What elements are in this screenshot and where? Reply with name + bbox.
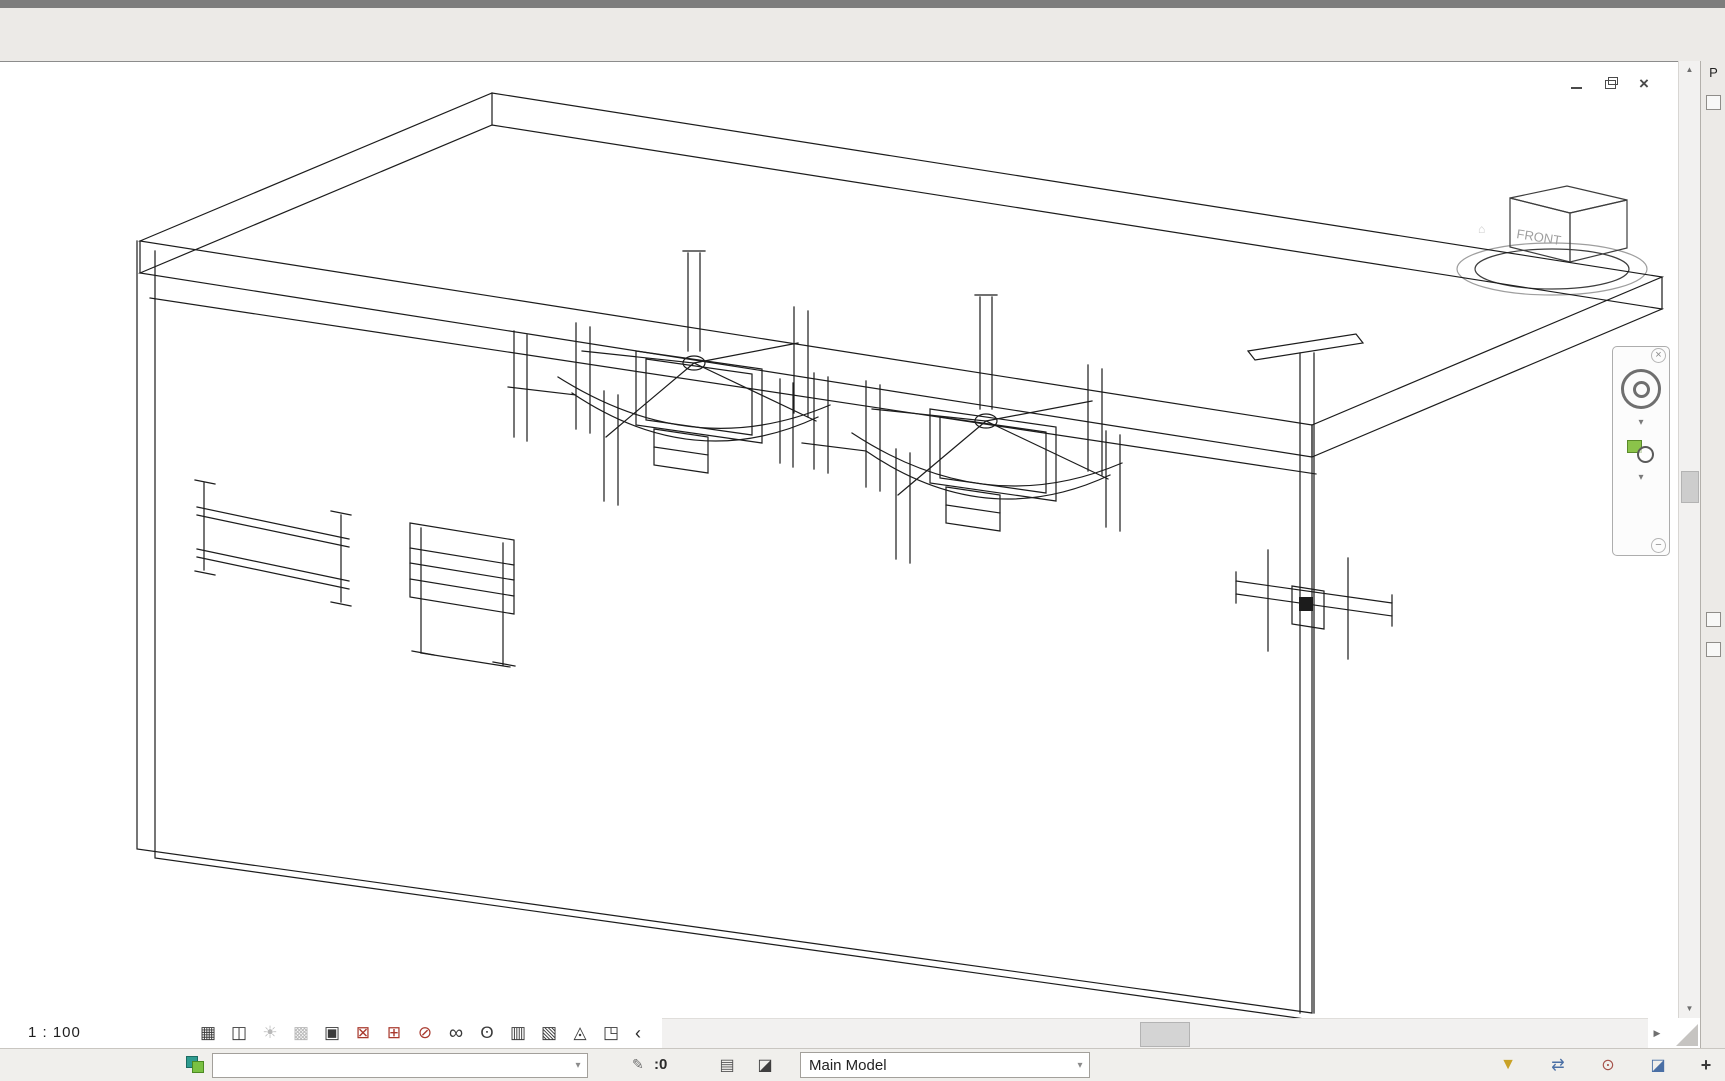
navigation-bar: × ▾ ▾ − [1612,346,1670,556]
scroll-right-icon[interactable]: ▶ [1648,1018,1666,1048]
design-option-select[interactable]: Main Model ▾ [800,1052,1090,1078]
view-scale-button[interactable]: 1 : 100 [28,1024,81,1041]
status-bar: ▾ ✎ :0 ▤ ◪ Main Model ▾ ▼ ⇄ ⊙ ◪ + [0,1048,1725,1081]
ceiling-mount-1[interactable] [507,250,831,506]
view-minimize-icon[interactable] [1566,76,1586,92]
select-by-face-icon[interactable]: ◪ [1644,1052,1672,1078]
temporary-hide-isolate-icon[interactable]: ∞ [444,1021,468,1045]
wall-mount-1[interactable] [194,479,352,607]
resize-grip[interactable] [1666,1018,1700,1048]
panel-tab-icon[interactable] [1706,642,1721,657]
filter-icon[interactable]: ▼ [1494,1052,1522,1078]
design-option-value: Main Model [809,1056,887,1074]
wheel-options-caret-icon[interactable]: ▾ [1638,417,1643,428]
vertical-scrollbar[interactable]: ▲ ▼ [1678,61,1700,1018]
properties-panel-label: P [1709,65,1718,80]
navbar-close-icon[interactable]: × [1651,348,1666,363]
show-crop-region-icon[interactable]: ⊞ [382,1021,406,1045]
3d-wireframe-model: ⌂ FRONT [136,92,1665,1019]
ribbon-area [0,8,1725,62]
scroll-down-icon[interactable]: ▼ [1679,1000,1700,1018]
view-restore-icon[interactable] [1600,76,1620,92]
ceiling-mount-2[interactable] [779,294,1123,564]
horizontal-scroll-thumb[interactable] [1140,1022,1190,1047]
drawing-canvas[interactable]: ⌂ FRONT [0,61,1678,1019]
titlebar-strip [0,0,1725,8]
view-control-bar: 1 : 100 ▦ ◫ ☀ ▩ ▣ ⊠ ⊞ ⊘ ∞ ʘ ▥ ▧ ◬ ◳ ‹ [0,1018,662,1048]
zoom-region-icon[interactable] [1627,438,1655,464]
chevron-down-icon[interactable]: ▾ [1071,1060,1089,1071]
sun-path-icon[interactable]: ☀ [258,1021,282,1045]
displacement-sets-icon[interactable]: ◳ [599,1021,623,1045]
temporary-view-properties-icon[interactable]: ▧ [537,1021,561,1045]
steering-wheel-icon[interactable] [1621,369,1661,409]
worksets-dialog-icon[interactable]: ▤ [714,1053,740,1077]
editing-requests-count[interactable]: :0 [654,1056,667,1073]
workset-status-icon [186,1056,204,1073]
worksharing-display-icon[interactable]: ▥ [506,1021,530,1045]
pole-mount-model[interactable] [1235,333,1393,1014]
active-workset-select[interactable]: ▾ [212,1053,588,1078]
wall-mount-2[interactable] [409,522,516,668]
lock-3d-view-icon[interactable]: ⊘ [413,1021,437,1045]
properties-panel-strip[interactable]: P [1700,61,1725,1048]
vertical-scroll-thumb[interactable] [1681,471,1699,503]
zoom-options-caret-icon[interactable]: ▾ [1638,472,1643,483]
editing-requests-icon[interactable]: ✎ [632,1056,644,1073]
wall-model[interactable] [136,240,1317,1019]
visual-style-icon[interactable]: ▦ [196,1021,220,1045]
panel-tab-icon[interactable] [1706,95,1721,110]
viewcube[interactable]: ⌂ FRONT [1456,185,1648,296]
rendering-dialog-icon[interactable]: ▣ [320,1021,344,1045]
panel-tab-icon[interactable] [1706,612,1721,627]
steering-wheel-hub [1632,380,1650,398]
navbar-collapse-icon[interactable]: − [1651,538,1666,553]
reveal-hidden-elements-icon[interactable]: ʘ [475,1021,499,1045]
ceiling-slab-model[interactable] [137,92,1665,458]
select-links-icon[interactable]: ⇄ [1544,1052,1572,1078]
scroll-up-icon[interactable]: ▲ [1679,61,1700,79]
magnifier-icon [1637,446,1654,463]
view-close-icon[interactable]: × [1634,74,1654,93]
analytical-model-icon[interactable]: ◬ [568,1021,592,1045]
detail-level-icon[interactable]: ◫ [227,1021,251,1045]
select-pinned-icon[interactable]: ⊙ [1594,1052,1622,1078]
crop-view-icon[interactable]: ⊠ [351,1021,375,1045]
shadows-icon[interactable]: ▩ [289,1021,313,1045]
horizontal-scrollbar[interactable] [662,1018,1648,1049]
chevron-down-icon[interactable]: ▾ [569,1060,587,1071]
drag-on-selection-icon[interactable]: + [1692,1052,1720,1078]
viewcube-home-icon[interactable]: ⌂ [1478,222,1485,236]
view-control-bar-collapse-icon[interactable]: ‹ [630,1021,646,1045]
design-options-dialog-icon[interactable]: ◪ [752,1053,778,1077]
view-window-controls: × [1566,74,1654,93]
